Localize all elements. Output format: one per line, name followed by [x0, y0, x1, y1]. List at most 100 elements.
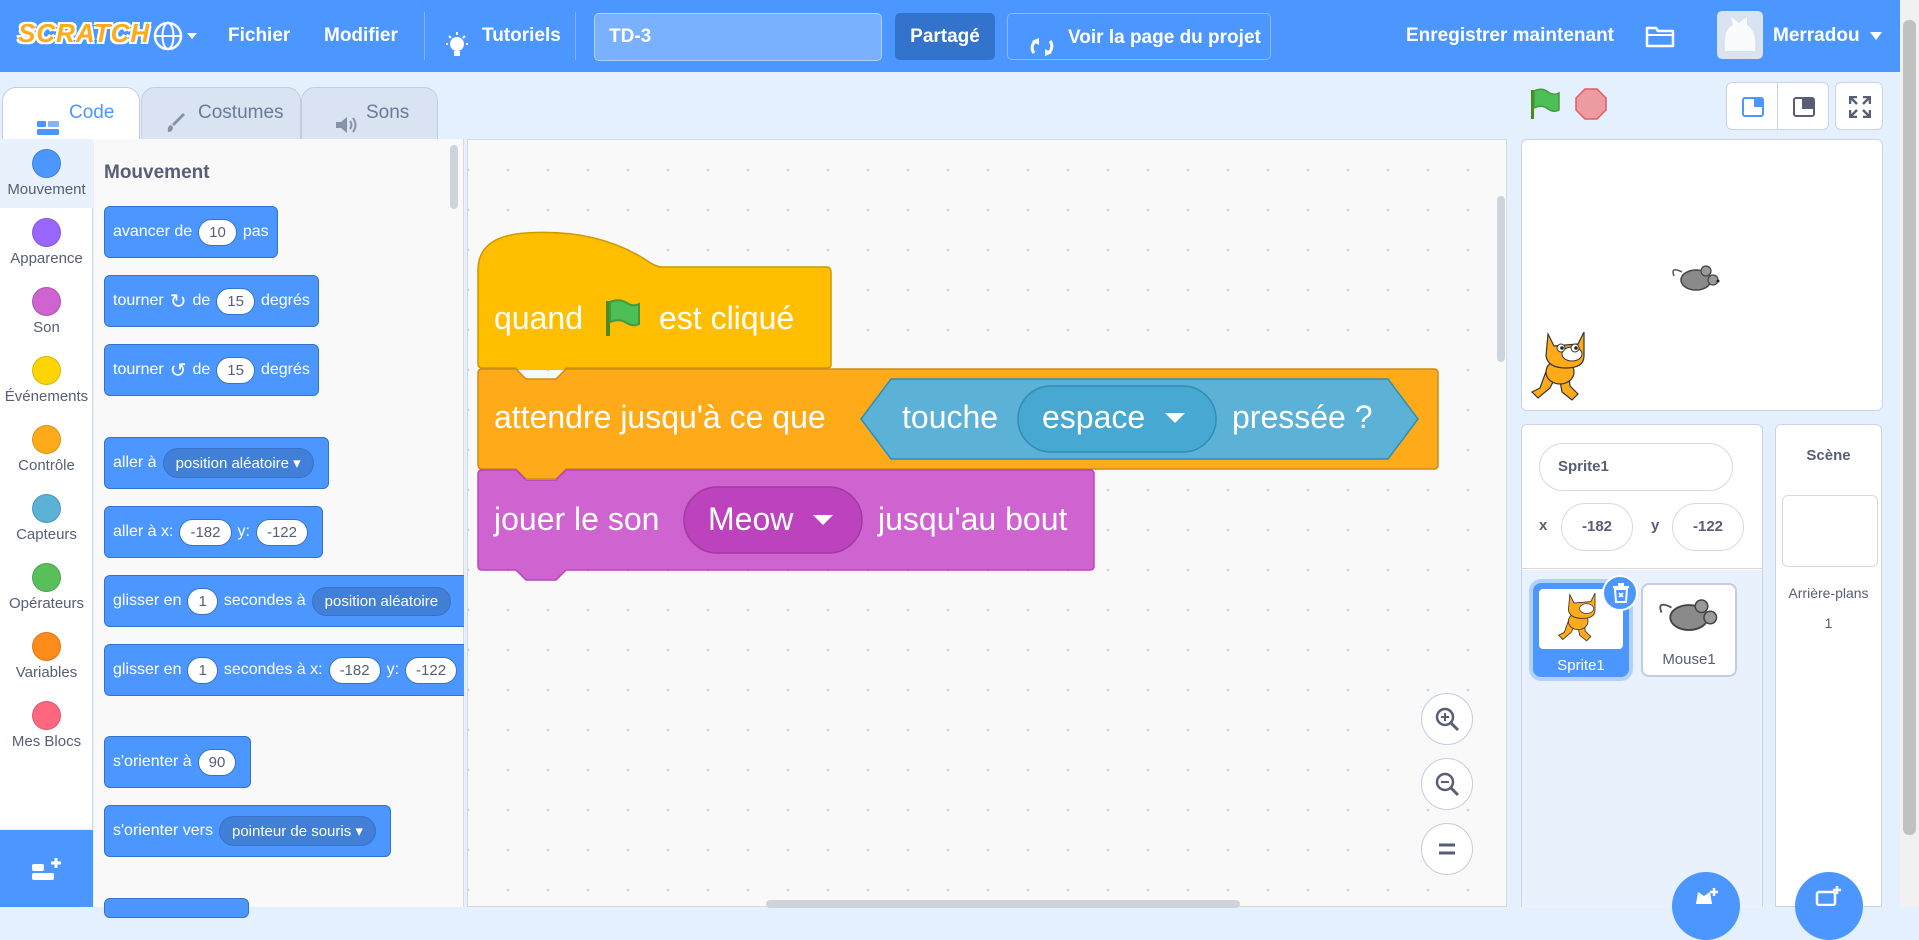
menu-edit[interactable]: Modifier [324, 0, 398, 72]
page-scrollbar-thumb[interactable] [1903, 20, 1916, 835]
rotate-left-icon: ↺ [169, 359, 187, 382]
small-stage-button[interactable] [1726, 82, 1778, 130]
steps-input[interactable]: 10 [198, 218, 237, 246]
block-turn-left[interactable]: tourner ↺ de 15 degrés [104, 344, 319, 396]
menu-tutorials[interactable]: Tutoriels [444, 0, 561, 72]
category-label: Mes Blocs [11, 733, 82, 750]
remix-arrows-icon [1030, 28, 1054, 56]
block-text: secondes à x: [223, 661, 323, 678]
rotate-right-icon: ↻ [169, 290, 187, 313]
category-events[interactable]: Événements [0, 346, 93, 415]
block-move-steps[interactable]: avancer de 10 pas [104, 206, 278, 258]
block-turn-right[interactable]: tourner ↻ de 15 degrés [104, 275, 319, 327]
category-operators[interactable]: Opérateurs [0, 553, 93, 622]
category-sound[interactable]: Son [0, 277, 93, 346]
category-variables[interactable]: Variables [0, 622, 93, 691]
palette-scrollbar[interactable] [450, 145, 458, 209]
see-project-page-button[interactable]: Voir la page du projet [1007, 13, 1271, 60]
tab-code-label: Code [69, 102, 115, 123]
tab-sounds-label: Sons [366, 102, 410, 123]
green-flag-button[interactable] [1526, 86, 1562, 122]
sprite-x-input[interactable]: -182 [1561, 503, 1633, 551]
category-color-dot [32, 632, 61, 661]
direction-input[interactable]: 90 [197, 748, 237, 776]
block-text: degrés [260, 292, 310, 309]
user-avatar[interactable] [1717, 11, 1763, 59]
block-text: glisser en [113, 592, 182, 609]
tab-code[interactable]: Code [2, 87, 140, 142]
x-input[interactable]: -182 [179, 518, 232, 546]
block-glide-xy[interactable]: glisser en 1 secondes à x: -182 y: -122 [104, 644, 464, 696]
zoom-reset-button[interactable] [1421, 823, 1473, 875]
glide-dropdown[interactable]: position aléatoire [311, 586, 452, 616]
category-control[interactable]: Contrôle [0, 415, 93, 484]
block-wait-until[interactable]: attendre jusqu'à ce que touche espace pr… [476, 367, 1440, 479]
stop-button[interactable] [1575, 88, 1607, 120]
username: Merradou [1773, 25, 1860, 46]
share-button[interactable]: Partagé [895, 13, 995, 60]
sprite-y-input[interactable]: -122 [1672, 503, 1744, 551]
block-goto[interactable]: aller à position aléatoire ▾ [104, 437, 329, 489]
towards-dropdown[interactable]: pointeur de souris ▾ [218, 816, 376, 846]
sprite-thumbnail-label: Mouse1 [1662, 651, 1716, 668]
mouse-sprite-on-stage[interactable] [1672, 262, 1720, 294]
fullscreen-icon [1848, 95, 1872, 123]
add-extension-button[interactable] [0, 830, 93, 907]
language-icon[interactable] [152, 20, 198, 52]
caret-down-icon: ▾ [355, 823, 363, 840]
block-when-flag-clicked[interactable]: quand est cliqué [476, 230, 832, 370]
my-stuff-folder-icon[interactable] [1645, 24, 1675, 48]
lightbulb-icon [444, 21, 470, 56]
category-sensing[interactable]: Capteurs [0, 484, 93, 553]
category-my-blocks[interactable]: Mes Blocs [0, 691, 93, 760]
goto-dropdown[interactable]: position aléatoire ▾ [162, 448, 314, 478]
y-input[interactable]: -122 [405, 656, 458, 684]
category-color-dot [32, 149, 61, 178]
cat-sprite-on-stage[interactable] [1528, 326, 1600, 406]
sprite-name-input[interactable]: Sprite1 [1539, 443, 1733, 491]
stage-canvas[interactable] [1521, 139, 1883, 411]
fullscreen-button[interactable] [1835, 82, 1883, 130]
see-project-label: Voir la page du projet [1068, 27, 1261, 48]
sprite-thumbnail-mouse1[interactable]: Mouse1 [1641, 583, 1737, 677]
seconds-input[interactable]: 1 [187, 587, 218, 615]
delete-sprite-button[interactable] [1602, 575, 1638, 611]
category-motion[interactable]: Mouvement [0, 139, 93, 208]
large-stage-button[interactable] [1777, 82, 1829, 130]
page-scrollbar[interactable] [1900, 0, 1919, 907]
x-input[interactable]: -182 [328, 656, 381, 684]
project-title-input[interactable]: TD-3 [594, 13, 882, 61]
block-point-towards[interactable]: s'orienter vers pointeur de souris ▾ [104, 805, 391, 857]
block-goto-xy[interactable]: aller à x: -182 y: -122 [104, 506, 323, 558]
backdrop-thumbnail[interactable] [1782, 495, 1878, 567]
script-vertical-scrollbar[interactable] [1497, 196, 1505, 362]
category-looks[interactable]: Apparence [0, 208, 93, 277]
block-play-sound-until-done[interactable]: jouer le son Meow jusqu'au bout [476, 468, 1096, 588]
tutorials-label: Tutoriels [482, 25, 561, 46]
block-point-direction[interactable]: s'orienter à 90 [104, 736, 252, 788]
block-partial[interactable] [104, 898, 249, 918]
add-backdrop-button[interactable] [1795, 872, 1863, 940]
brush-icon [166, 104, 186, 132]
sound-dropdown[interactable]: Meow [708, 501, 834, 538]
tab-costumes[interactable]: Costumes [141, 87, 301, 140]
scratch-logo[interactable]: SCRATCH [18, 18, 150, 49]
y-input[interactable]: -122 [255, 518, 308, 546]
menu-file[interactable]: Fichier [228, 0, 290, 72]
stage-selector[interactable]: Scène Arrière-plans 1 [1775, 424, 1882, 907]
degrees-input[interactable]: 15 [216, 356, 255, 384]
key-dropdown[interactable]: espace [1042, 399, 1186, 436]
save-now-button[interactable]: Enregistrer maintenant [1406, 0, 1614, 72]
block-glide-to[interactable]: glisser en 1 secondes à position aléatoi… [104, 575, 464, 627]
add-sprite-button[interactable] [1672, 872, 1740, 940]
zoom-in-button[interactable] [1421, 693, 1473, 745]
user-menu[interactable]: Merradou [1773, 0, 1882, 72]
degrees-input[interactable]: 15 [216, 287, 255, 315]
block-text: de [192, 361, 211, 378]
zoom-out-button[interactable] [1421, 758, 1473, 810]
caret-down-icon [1165, 412, 1186, 423]
seconds-input[interactable]: 1 [187, 656, 218, 684]
zoom-in-icon [1433, 707, 1461, 739]
category-color-dot [32, 701, 61, 730]
tab-sounds[interactable]: Sons [301, 87, 438, 140]
